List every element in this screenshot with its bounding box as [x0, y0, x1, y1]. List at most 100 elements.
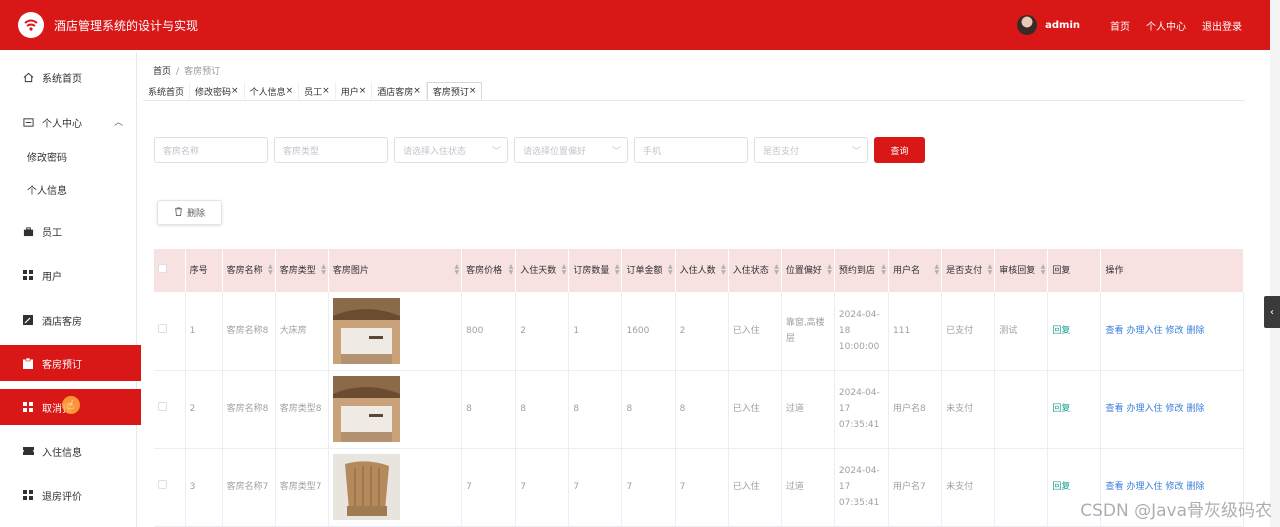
tab-users[interactable]: 用户 ×	[336, 82, 373, 100]
header-username[interactable]: admin	[1045, 20, 1080, 31]
sidebar-item-staff[interactable]: 员工	[0, 213, 137, 249]
reply-link[interactable]: 回复	[1047, 370, 1102, 449]
top-header: 酒店管理系统的设计与实现 admin 首页 个人中心 退出登录	[0, 0, 1270, 50]
sidebar-item-users[interactable]: 用户	[0, 257, 137, 293]
page-scrollbar[interactable]	[1270, 0, 1280, 527]
col-header[interactable]: 入住天数 ▲ ▼	[515, 249, 570, 292]
sort-icon[interactable]: ▲ ▼	[321, 264, 326, 276]
delete-link[interactable]: 删除	[1187, 482, 1205, 492]
sort-icon[interactable]: ▲ ▼	[988, 264, 993, 276]
cell: 2024-04-17 07:35:41	[834, 448, 890, 527]
checkin-link[interactable]: 办理入住	[1126, 482, 1162, 492]
breadcrumb-home[interactable]: 首页	[153, 67, 171, 77]
sidebar-item-hotel-rooms[interactable]: 酒店客房	[0, 302, 137, 338]
col-header[interactable]: 入住人数 ▲ ▼	[675, 249, 729, 292]
checkin-status-select[interactable]: 请选择入住状态 ﹀	[394, 137, 508, 163]
row-checkbox[interactable]	[154, 448, 186, 527]
close-icon[interactable]: ×	[469, 86, 477, 96]
table-row[interactable]: 2 客房名称8 客房类型8 8 8 8 8 8 已入住 过道 2024-04-1…	[154, 370, 1244, 449]
edit-link[interactable]: 修改	[1166, 482, 1184, 492]
checkin-link[interactable]: 办理入住	[1126, 404, 1162, 414]
delete-link[interactable]: 删除	[1187, 326, 1205, 336]
sidebar-item-home[interactable]: 系统首页	[0, 59, 137, 95]
sort-icon[interactable]: ▲ ▼	[455, 264, 460, 276]
sidebar-item-label: 员工	[42, 227, 62, 239]
col-header[interactable]: 用户名 ▲ ▼	[888, 249, 943, 292]
sort-icon[interactable]: ▲ ▼	[668, 264, 673, 276]
location-pref-select[interactable]: 请选择位置偏好 ﹀	[514, 137, 628, 163]
tab-home[interactable]: 系统首页	[143, 82, 191, 100]
col-header[interactable]: 预约到店 ▲ ▼	[834, 249, 890, 292]
view-link[interactable]: 查看	[1105, 482, 1123, 492]
col-header[interactable]: 是否支付 ▲ ▼	[941, 249, 996, 292]
tab-label: 系统首页	[148, 87, 185, 98]
delete-button[interactable]: 删除	[157, 200, 222, 225]
tab-label: 修改密码	[195, 87, 232, 98]
room-photo	[328, 370, 463, 449]
sidebar-item-personal-center[interactable]: 个人中心 ︿	[0, 104, 137, 140]
col-header[interactable]: 审核回复 ▲ ▼	[994, 249, 1049, 292]
view-link[interactable]: 查看	[1105, 326, 1123, 336]
header-link-profile[interactable]: 个人中心	[1146, 18, 1186, 33]
close-icon[interactable]: ×	[231, 86, 239, 96]
col-header[interactable]: 入住状态 ▲ ▼	[728, 249, 782, 292]
close-icon[interactable]: ×	[413, 86, 421, 96]
avatar[interactable]	[1017, 15, 1038, 35]
sidebar-item-personal-info[interactable]: 个人信息	[0, 171, 137, 207]
close-icon[interactable]: ×	[286, 86, 294, 96]
col-header[interactable]: 客房名称 ▲ ▼	[222, 249, 276, 292]
row-actions: 查看 办理入住 修改 删除	[1100, 370, 1244, 449]
col-header[interactable]: 位置偏好 ▲ ▼	[781, 249, 835, 292]
edit-link[interactable]: 修改	[1166, 326, 1184, 336]
sort-icon[interactable]: ▲ ▼	[721, 264, 726, 276]
placeholder-text: 客房类型	[283, 146, 320, 157]
reply-link[interactable]: 回复	[1047, 292, 1102, 371]
delete-link[interactable]: 删除	[1187, 404, 1205, 414]
col-header[interactable]: 订房数量 ▲ ▼	[568, 249, 623, 292]
cell: 客房类型7	[275, 448, 329, 527]
sort-icon[interactable]: ▲ ▼	[562, 264, 567, 276]
col-header[interactable]: 订单金额 ▲ ▼	[621, 249, 676, 292]
sidebar-item-checkout-review[interactable]: 退房评价	[0, 477, 137, 513]
close-icon[interactable]: ×	[359, 86, 367, 96]
sidebar-item-change-password[interactable]: 修改密码	[0, 138, 137, 174]
paid-select[interactable]: 是否支付 ﹀	[754, 137, 868, 163]
sort-icon[interactable]: ▲ ▼	[615, 264, 620, 276]
tab-staff[interactable]: 员工 ×	[299, 82, 336, 100]
sort-icon[interactable]: ▲ ▼	[774, 264, 779, 276]
sort-icon[interactable]: ▲ ▼	[935, 264, 940, 276]
side-drawer-toggle[interactable]: ‹	[1264, 296, 1280, 328]
tab-hotel-rooms[interactable]: 酒店客房 ×	[372, 82, 427, 100]
close-icon[interactable]: ×	[322, 86, 330, 96]
row-checkbox[interactable]	[154, 370, 186, 449]
edit-link[interactable]: 修改	[1166, 404, 1184, 414]
checkin-link[interactable]: 办理入住	[1126, 326, 1162, 336]
header-link-logout[interactable]: 退出登录	[1202, 18, 1242, 33]
table-row[interactable]: 1 客房名称8 大床房 800 2 1 1600 2 已入住 靠窗,高楼层 20…	[154, 292, 1244, 371]
query-button[interactable]: 查询	[874, 137, 925, 163]
sidebar-item-label: 退房评价	[42, 491, 82, 503]
sort-icon[interactable]: ▲ ▼	[268, 264, 273, 276]
select-all-checkbox[interactable]	[154, 249, 186, 292]
sort-icon[interactable]: ▲ ▼	[509, 264, 514, 276]
view-link[interactable]: 查看	[1105, 404, 1123, 414]
cell: 过道	[781, 370, 835, 449]
tab-personal-info[interactable]: 个人信息 ×	[245, 82, 300, 100]
tab-change-password[interactable]: 修改密码 ×	[190, 82, 245, 100]
col-header[interactable]: 客房类型 ▲ ▼	[275, 249, 329, 292]
row-checkbox[interactable]	[154, 292, 186, 371]
phone-input[interactable]: 手机	[634, 137, 748, 163]
chevron-down-icon: ﹀	[851, 147, 861, 157]
room-name-input[interactable]: 客房名称	[154, 137, 268, 163]
tab-room-booking[interactable]: 客房预订 ×	[426, 82, 483, 100]
sidebar-item-room-booking[interactable]: 客房预订	[0, 345, 141, 381]
room-type-input[interactable]: 客房类型	[274, 137, 388, 163]
sidebar-item-checkin-info[interactable]: 入住信息	[0, 433, 137, 469]
col-header[interactable]: 客房价格 ▲ ▼	[461, 249, 517, 292]
sort-icon[interactable]: ▲ ▼	[1041, 264, 1046, 276]
header-link-home[interactable]: 首页	[1110, 18, 1130, 33]
sort-icon[interactable]: ▲ ▼	[881, 264, 886, 276]
col-header[interactable]: 客房图片 ▲ ▼	[328, 249, 463, 292]
watermark: CSDN @Java骨灰级码农	[1080, 501, 1272, 521]
sort-icon[interactable]: ▲ ▼	[827, 264, 832, 276]
